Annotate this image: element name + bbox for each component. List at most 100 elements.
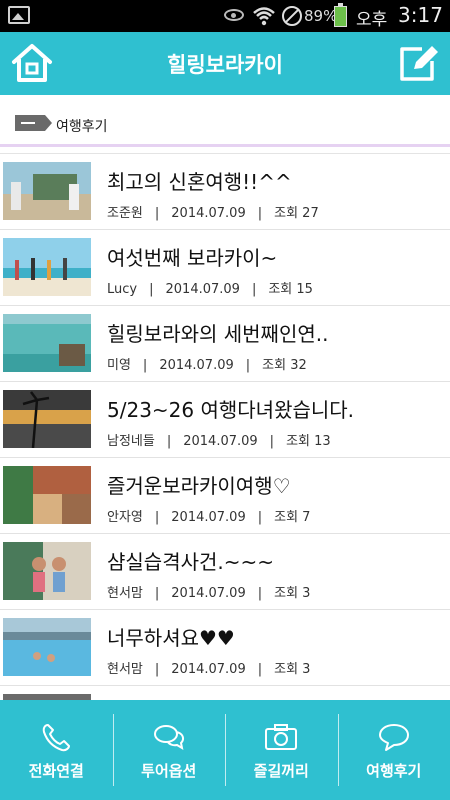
post-title: 즐거운보라카이여행♡ (107, 474, 291, 498)
meta-separator: | (154, 662, 160, 677)
battery-icon (334, 3, 347, 27)
post-views-label: 조회 (274, 206, 299, 221)
meta-separator: | (269, 434, 275, 449)
meta-separator: | (149, 282, 154, 297)
post-author: Lucy (107, 282, 138, 297)
post-thumbnail (3, 618, 91, 676)
post-views: 3 (302, 662, 311, 677)
nav-label: 전화연결 (28, 762, 84, 780)
post-views: 7 (302, 510, 311, 525)
post-title: 샴실습격사건.~~~ (107, 550, 275, 574)
nav-call[interactable]: 전화연결 (0, 700, 113, 800)
status-bar: 89% 오후 3:17 (0, 0, 450, 32)
post-thumbnail (3, 466, 91, 524)
list-item[interactable]: 여섯번째 보라카이~ Lucy | 2014.07.09 | 조회 15 (0, 230, 450, 306)
post-views: 13 (314, 434, 331, 449)
meta-separator: | (154, 586, 160, 601)
post-author: 안자영 (107, 510, 143, 525)
eye-icon (224, 9, 244, 21)
app-title: 힐링보라카이 (167, 53, 283, 77)
post-meta: 현서맘 | 2014.07.09 | 조회 3 (107, 582, 310, 601)
edit-icon[interactable] (398, 43, 440, 83)
nav-label: 즐길꺼리 (253, 762, 309, 780)
post-meta: Lucy | 2014.07.09 | 조회 15 (107, 278, 313, 297)
post-meta: 조준원 | 2014.07.09 | 조회 27 (107, 202, 319, 221)
post-views-label: 조회 (274, 510, 299, 525)
list-item[interactable]: 최고의 신혼여행!!^^ 조준원 | 2014.07.09 | 조회 27 (0, 154, 450, 230)
post-meta: 미영 | 2014.07.09 | 조회 32 (107, 354, 307, 373)
meta-separator: | (154, 510, 160, 525)
post-author: 남정네들 (107, 434, 155, 449)
meta-separator: | (166, 434, 172, 449)
post-views-label: 조회 (262, 358, 287, 373)
post-title: 너무하셔요♥♥ (107, 626, 235, 650)
section-bar: 여행후기 (0, 95, 450, 147)
post-title: 힐링보라와의 세번째인연.. (107, 322, 329, 346)
post-views: 3 (302, 586, 311, 601)
post-thumbnail (3, 162, 91, 220)
list-item[interactable]: 즐거운보라카이여행♡ 안자영 | 2014.07.09 | 조회 7 (0, 458, 450, 534)
app-header: 힐링보라카이 (0, 32, 450, 95)
post-date: 2014.07.09 (171, 206, 246, 221)
post-author: 미영 (107, 358, 131, 373)
post-views-label: 조회 (286, 434, 310, 449)
post-views: 15 (296, 282, 313, 297)
meta-separator: | (142, 358, 148, 373)
post-date: 2014.07.09 (183, 434, 258, 449)
post-date: 2014.07.09 (171, 662, 246, 677)
post-title: 5/23~26 여행다녀왔습니다. (107, 398, 355, 422)
nav-label: 여행후기 (366, 762, 422, 780)
nav-reviews[interactable]: 여행후기 (337, 700, 450, 800)
list-item[interactable]: 5/23~26 여행다녀왔습니다. 남정네들 | 2014.07.09 | 조회 13 (0, 382, 450, 458)
post-date: 2014.07.09 (165, 282, 240, 297)
post-author: 조준원 (107, 206, 143, 221)
post-views-label: 조회 (268, 282, 293, 297)
post-views: 32 (290, 358, 307, 373)
list-item[interactable]: 힐링보라와의 세번째인연.. 미영 | 2014.07.09 | 조회 32 (0, 306, 450, 382)
status-ampm: 오후 (356, 10, 388, 30)
bottom-nav: 전화연결 투어옵션 즐길꺼리 여행후기 (0, 700, 450, 800)
phone-icon (43, 724, 71, 752)
meta-separator: | (154, 206, 160, 221)
meta-separator: | (245, 358, 251, 373)
meta-separator: | (257, 206, 263, 221)
list-item-partial[interactable] (0, 686, 450, 700)
status-time: 3:17 (398, 3, 443, 27)
post-thumbnail (3, 238, 91, 296)
post-thumbnail (3, 542, 91, 600)
meta-separator: | (257, 510, 263, 525)
nav-activities[interactable]: 즐길꺼리 (225, 700, 338, 800)
section-label: 여행후기 (56, 119, 108, 135)
post-date: 2014.07.09 (159, 358, 234, 373)
chat-bubbles-icon (153, 725, 184, 751)
post-views-label: 조회 (274, 586, 299, 601)
post-views: 27 (302, 206, 319, 221)
post-title: 최고의 신혼여행!!^^ (107, 170, 292, 194)
nav-tour-options[interactable]: 투어옵션 (112, 700, 226, 800)
camera-icon (265, 724, 298, 750)
no-sim-icon (282, 6, 302, 26)
list-item[interactable]: 너무하셔요♥♥ 현서맘 | 2014.07.09 | 조회 3 (0, 610, 450, 686)
speech-bubble-icon (378, 724, 409, 751)
post-meta: 남정네들 | 2014.07.09 | 조회 13 (107, 430, 331, 449)
nav-label: 투어옵션 (141, 762, 197, 780)
battery-percent: 89% (304, 7, 338, 25)
post-thumbnail (3, 390, 91, 448)
post-date: 2014.07.09 (171, 510, 246, 525)
post-thumbnail (3, 314, 91, 372)
post-meta: 현서맘 | 2014.07.09 | 조회 3 (107, 658, 310, 677)
post-meta: 안자영 | 2014.07.09 | 조회 7 (107, 506, 310, 525)
meta-separator: | (257, 586, 263, 601)
flag-icon (15, 115, 52, 131)
post-views-label: 조회 (274, 662, 299, 677)
post-author: 현서맘 (107, 586, 143, 601)
meta-separator: | (251, 282, 257, 297)
gallery-notification-icon (8, 6, 30, 24)
list-item[interactable]: 샴실습격사건.~~~ 현서맘 | 2014.07.09 | 조회 3 (0, 534, 450, 610)
post-title: 여섯번째 보라카이~ (107, 246, 278, 270)
wifi-icon (253, 7, 275, 26)
post-author: 현서맘 (107, 662, 143, 677)
post-list[interactable]: 최고의 신혼여행!!^^ 조준원 | 2014.07.09 | 조회 27 여섯번째 보… (0, 150, 450, 700)
meta-separator: | (257, 662, 263, 677)
post-date: 2014.07.09 (171, 586, 246, 601)
